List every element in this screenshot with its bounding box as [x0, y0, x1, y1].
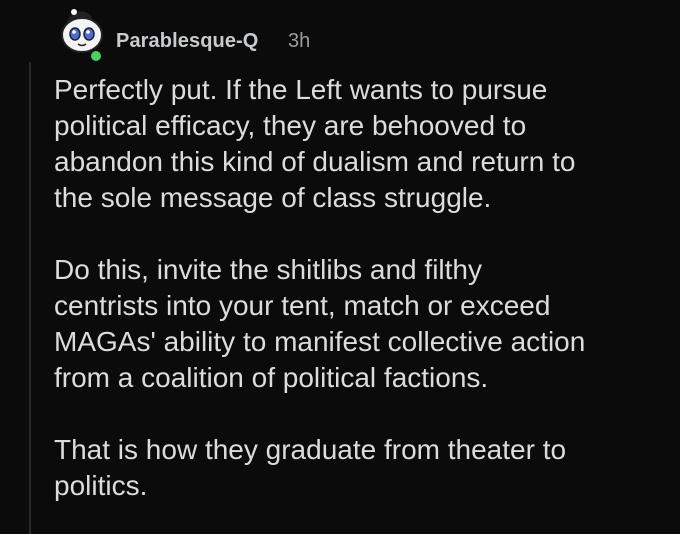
text-line: centrists into your tent, match or excee…	[54, 290, 551, 321]
text-line: political efficacy, they are behooved to	[54, 110, 527, 141]
comment-paragraph: That is how they graduate from theater t…	[54, 432, 664, 504]
text-line: abandon this kind of dualism and return …	[54, 146, 576, 177]
text-line: from a coalition of political factions.	[54, 362, 489, 393]
online-status-dot	[89, 49, 103, 63]
thread-line	[29, 62, 31, 534]
text-line: MAGAs' ability to manifest collective ac…	[54, 326, 586, 357]
text-line: politics.	[54, 470, 148, 501]
text-line: That is how they graduate from theater t…	[54, 434, 567, 465]
text-line: Perfectly put. If the Left wants to purs…	[54, 74, 548, 105]
comment-timestamp: 3h	[288, 30, 311, 52]
text-line: Do this, invite the shitlibs and filthy	[54, 254, 482, 285]
comment-paragraph: Do this, invite the shitlibs and filthy …	[54, 252, 664, 396]
comment-body: Perfectly put. If the Left wants to purs…	[54, 72, 664, 504]
comment-author[interactable]: Parablesque-Q	[116, 30, 258, 53]
snoo-avatar-icon	[61, 9, 103, 63]
comment-paragraph: Perfectly put. If the Left wants to purs…	[54, 72, 664, 216]
user-avatar[interactable]	[56, 4, 108, 63]
text-line: the sole message of class struggle.	[54, 182, 492, 213]
